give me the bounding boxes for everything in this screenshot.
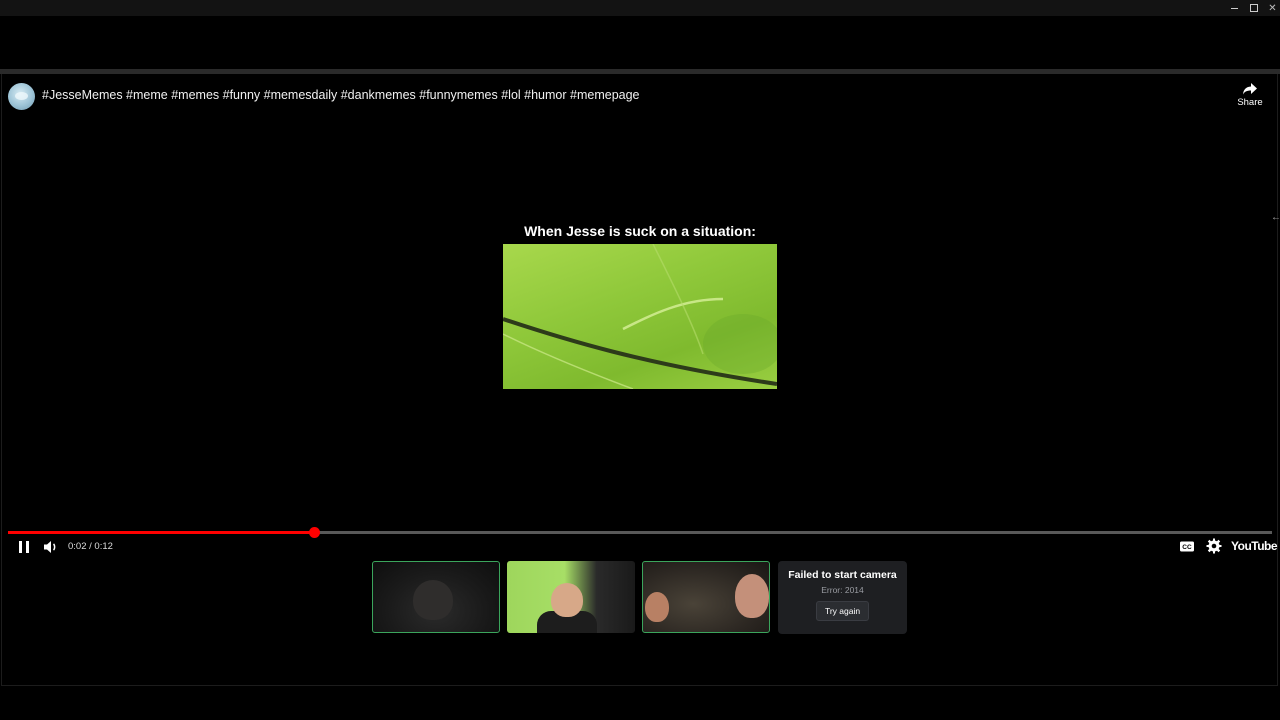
- time-display: 0:02 / 0:12: [68, 541, 113, 552]
- camera-error-title: Failed to start camera: [788, 569, 897, 581]
- progress-played: [8, 531, 314, 534]
- volume-icon: [44, 541, 56, 553]
- arrow-left-icon: ←: [1271, 212, 1280, 223]
- pause-icon: [19, 541, 22, 553]
- meme-leaf-image: [503, 244, 777, 389]
- settings-button[interactable]: [1206, 538, 1222, 554]
- minimize-button[interactable]: [1225, 0, 1244, 16]
- participant-video-tile[interactable]: [507, 561, 635, 633]
- gear-icon: [1206, 538, 1222, 554]
- pause-icon-bar: [26, 541, 29, 553]
- share-button[interactable]: Share: [1232, 82, 1268, 116]
- meme-caption: When Jesse is suck on a situation:: [524, 223, 756, 239]
- progress-scrubber[interactable]: [308, 527, 320, 538]
- share-label: Share: [1237, 97, 1263, 108]
- camera-error-code: Error: 2014: [821, 585, 864, 595]
- try-again-button[interactable]: Try again: [815, 601, 870, 621]
- pause-button[interactable]: [16, 539, 32, 555]
- svg-text:CC: CC: [1182, 544, 1192, 551]
- participant-face: [551, 583, 583, 617]
- share-icon: [1243, 83, 1257, 95]
- channel-avatar[interactable]: [8, 83, 35, 110]
- captions-icon: CC: [1180, 541, 1194, 552]
- close-button[interactable]: ✕: [1263, 0, 1280, 16]
- camera-error-panel: Failed to start camera Error: 2014 Try a…: [778, 561, 907, 634]
- maximize-icon: [1249, 4, 1258, 12]
- minimize-icon: [1231, 7, 1238, 9]
- participant-video-tile[interactable]: [642, 561, 770, 633]
- window-titlebar: [0, 0, 1280, 16]
- participant-video-tile[interactable]: [372, 561, 500, 633]
- participant-face: [645, 592, 669, 622]
- close-icon: ✕: [1268, 2, 1277, 14]
- captions-button[interactable]: CC: [1179, 540, 1195, 553]
- volume-button[interactable]: [42, 539, 60, 555]
- video-title[interactable]: #JesseMemes #meme #memes #funny #memesda…: [42, 88, 640, 102]
- youtube-logo[interactable]: YouTube: [1231, 539, 1278, 553]
- progress-bar[interactable]: [8, 527, 1272, 538]
- participant-face: [735, 574, 769, 618]
- top-empty-area: [0, 16, 1280, 69]
- maximize-button[interactable]: [1244, 0, 1263, 16]
- participant-silhouette: [413, 580, 453, 620]
